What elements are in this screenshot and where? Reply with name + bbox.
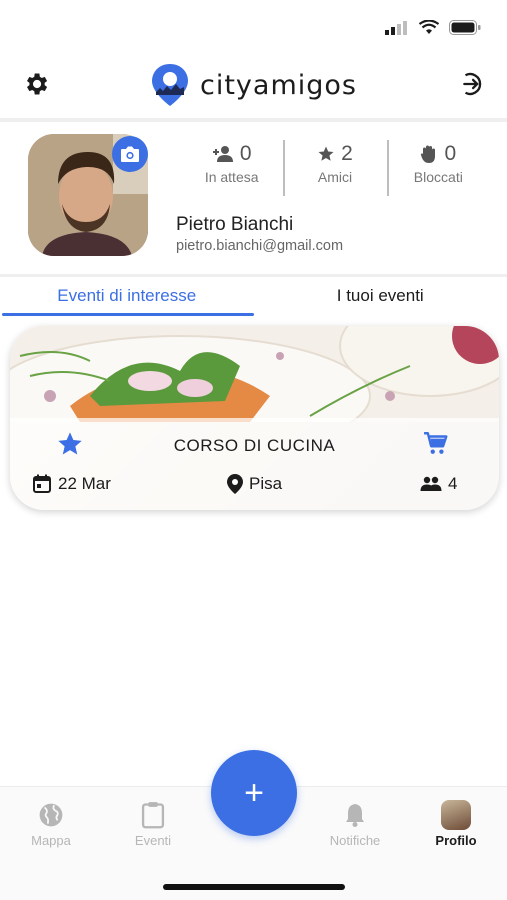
stat-friends-label: Amici xyxy=(317,169,353,185)
calendar-icon xyxy=(33,474,51,493)
bell-icon xyxy=(346,804,364,827)
stat-blocked-value: 0 xyxy=(444,142,457,165)
logout-button[interactable] xyxy=(455,70,485,100)
event-participants: 4 xyxy=(420,474,457,494)
event-tabs: Eventi di interesse I tuoi eventi xyxy=(0,282,507,316)
friend-stats: 0 In attesa 2 Amici 0 Bloccati xyxy=(180,140,490,202)
status-bar xyxy=(0,0,507,58)
event-date-text: 22 Mar xyxy=(58,474,111,493)
tab-i-tuoi-eventi[interactable]: I tuoi eventi xyxy=(254,282,507,316)
event-food-image xyxy=(10,326,499,422)
event-card[interactable]: CORSO DI CUCINA 22 Mar Pisa 4 xyxy=(10,326,499,510)
stat-friends-value: 2 xyxy=(341,142,353,165)
globe-icon xyxy=(39,803,63,827)
person-add-icon xyxy=(212,146,233,162)
app-header: cityamigos xyxy=(0,58,507,116)
nav-eventi[interactable]: Eventi xyxy=(108,801,198,848)
user-name: Pietro Bianchi xyxy=(176,214,294,235)
location-pin-icon xyxy=(227,474,243,494)
nav-eventi-label: Eventi xyxy=(134,833,172,848)
home-indicator xyxy=(163,884,345,890)
tab-eventi-di-interesse[interactable]: Eventi di interesse xyxy=(0,282,254,316)
group-icon xyxy=(420,476,442,491)
nav-mappa[interactable]: Mappa xyxy=(6,801,96,848)
event-date: 22 Mar xyxy=(32,474,111,494)
star-icon xyxy=(318,146,334,161)
stat-pending-label: In attesa xyxy=(204,169,259,185)
settings-button[interactable] xyxy=(22,70,52,100)
clipboard-icon xyxy=(141,802,165,829)
avatar-icon xyxy=(441,800,471,830)
stat-blocked-label: Bloccati xyxy=(413,169,463,185)
hand-icon xyxy=(421,145,436,163)
battery-icon xyxy=(449,20,481,35)
brand-name: cityamigos xyxy=(200,69,357,101)
event-location-text: Pisa xyxy=(249,474,283,493)
event-location: Pisa xyxy=(227,474,282,494)
add-event-button[interactable]: + xyxy=(211,750,297,836)
location-pin-logo-icon xyxy=(152,64,188,106)
signal-icon xyxy=(385,20,407,35)
user-email: pietro.bianchi@gmail.com xyxy=(176,238,344,254)
change-photo-button[interactable] xyxy=(112,136,148,172)
nav-notifiche[interactable]: Notifiche xyxy=(310,801,400,848)
nav-profilo[interactable]: Profilo xyxy=(411,800,501,848)
stat-friends[interactable]: 2 Amici xyxy=(283,140,386,202)
nav-mappa-label: Mappa xyxy=(31,833,71,848)
stat-blocked[interactable]: 0 Bloccati xyxy=(386,140,490,202)
event-participants-count: 4 xyxy=(448,474,458,493)
nav-profilo-label: Profilo xyxy=(435,833,477,848)
brand: cityamigos xyxy=(150,62,357,108)
cart-icon[interactable] xyxy=(423,430,449,456)
gear-icon xyxy=(27,73,48,95)
profile-divider xyxy=(0,274,507,277)
stat-pending[interactable]: 0 In attesa xyxy=(180,142,283,202)
profile-section: 0 In attesa 2 Amici 0 Bloccati Pietro Bi… xyxy=(0,122,507,274)
wifi-icon xyxy=(419,20,439,34)
nav-notifiche-label: Notifiche xyxy=(329,833,381,848)
stat-pending-value: 0 xyxy=(239,142,252,165)
logout-icon xyxy=(463,72,482,96)
camera-icon xyxy=(121,146,139,162)
event-info: CORSO DI CUCINA 22 Mar Pisa 4 xyxy=(10,418,499,510)
